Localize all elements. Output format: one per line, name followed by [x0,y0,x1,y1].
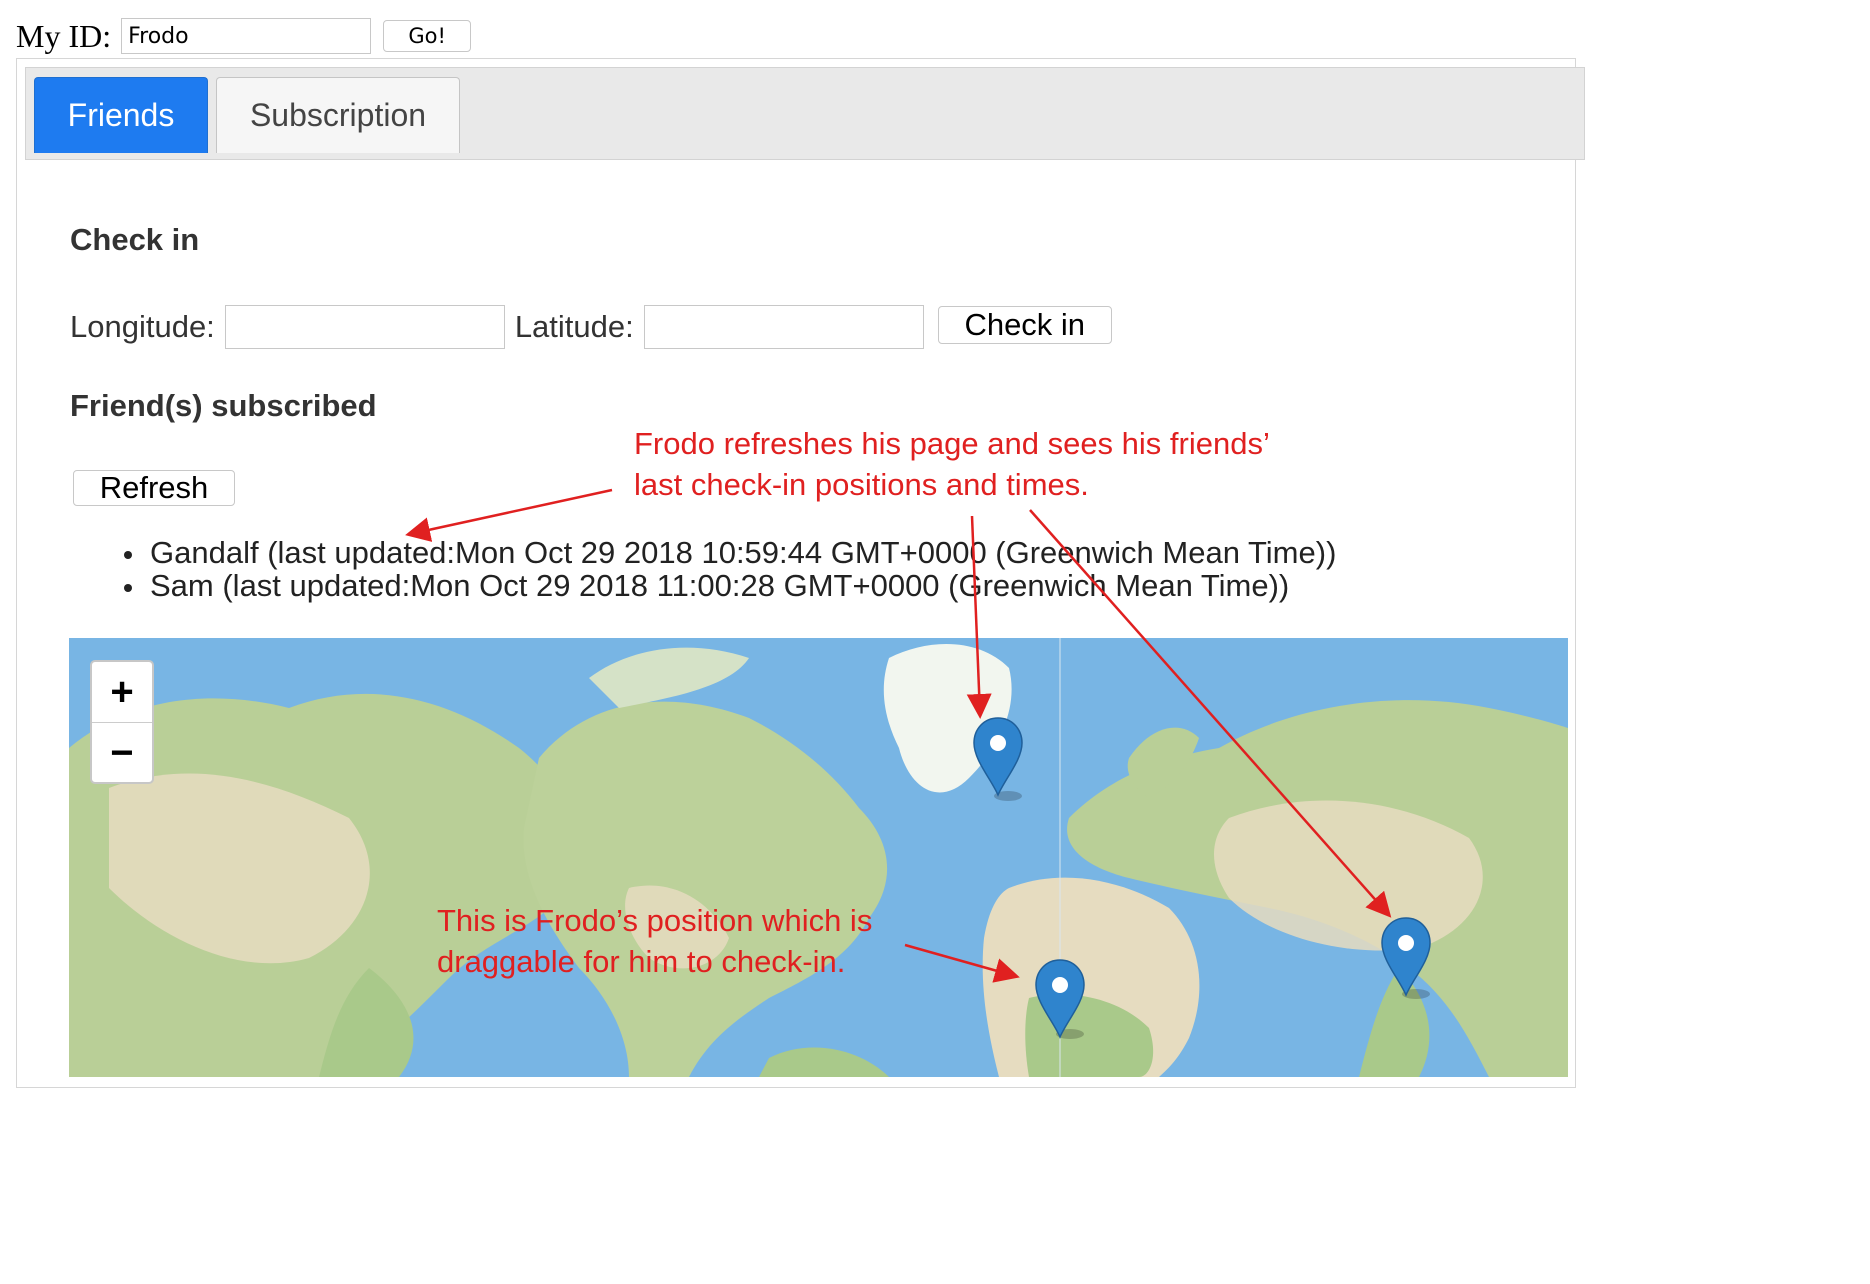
annotation-line: Frodo refreshes his page and sees his fr… [634,426,1270,461]
annotation-frodo-position: This is Frodo’s position which is dragga… [437,900,872,982]
annotation-line: This is Frodo’s position which is [437,903,873,938]
checkin-button[interactable]: Check in [937,306,1112,344]
map-tiles [69,638,1568,1077]
zoom-control: + − [90,660,154,784]
map[interactable] [69,638,1568,1077]
my-id-row: My ID: Frodo Go! [16,14,472,58]
tab-friends[interactable]: Friends [34,77,208,153]
longitude-label: Longitude: [70,309,215,344]
my-id-label: My ID: [16,17,112,54]
tab-bar: Friends Subscription [25,67,1585,160]
checkin-heading: Check in [70,222,200,257]
zoom-in-button[interactable]: + [92,662,152,723]
zoom-out-button[interactable]: − [92,723,152,783]
latitude-label: Latitude: [514,309,634,344]
friends-subscribed-heading: Friend(s) subscribed [70,388,377,423]
list-item: Gandalf (last updated:Mon Oct 29 2018 10… [122,536,1336,569]
annotation-friends-refresh: Frodo refreshes his page and sees his fr… [634,423,1270,505]
list-item: Sam (last updated:Mon Oct 29 2018 11:00:… [122,569,1336,602]
longitude-input[interactable] [224,305,505,349]
tab-subscription[interactable]: Subscription [216,77,460,153]
my-id-input[interactable]: Frodo [121,18,372,54]
refresh-button[interactable]: Refresh [73,470,235,506]
latitude-input[interactable] [643,305,924,349]
friend-list: Gandalf (last updated:Mon Oct 29 2018 10… [122,536,1336,602]
checkin-form: Longitude: Latitude: Check in [70,304,1112,350]
annotation-line: last check-in positions and times. [634,467,1089,502]
my-id-value: Frodo [128,23,189,49]
annotation-line: draggable for him to check-in. [437,944,846,979]
go-button[interactable]: Go! [383,20,472,52]
